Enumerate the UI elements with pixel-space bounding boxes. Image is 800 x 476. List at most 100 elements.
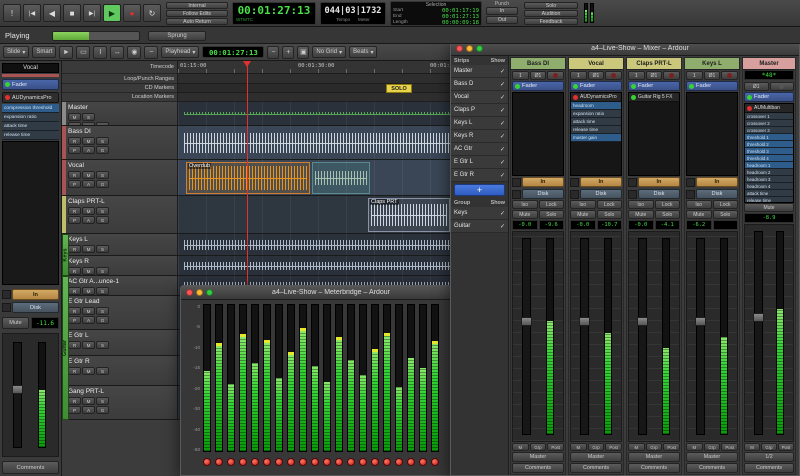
track-name[interactable]: E Gtr Lead: [68, 297, 175, 306]
track-name[interactable]: Claps PRT-L: [68, 197, 175, 206]
processor-box[interactable]: Guitar Rig 5 FX: [628, 92, 680, 176]
transport-mode-button[interactable]: Internal: [166, 2, 228, 9]
mute-button[interactable]: Mute: [570, 210, 596, 219]
group-button[interactable]: G: [96, 122, 109, 125]
track-header[interactable]: Master R M S P A G: [62, 102, 178, 125]
smart-mode-button[interactable]: Smart: [32, 46, 57, 58]
strip-name-button[interactable]: Master: [743, 58, 795, 70]
gain-display[interactable]: -0.0: [628, 220, 654, 230]
mute-button[interactable]: M: [68, 113, 81, 121]
group-button[interactable]: G: [96, 316, 109, 324]
plugin-control[interactable]: headroom 3: [745, 176, 793, 183]
plugin-control[interactable]: headroom 2: [745, 169, 793, 176]
visible-check-icon[interactable]: ✓: [500, 210, 505, 217]
input-connector-icon[interactable]: [570, 177, 579, 187]
mute-button[interactable]: Mute: [686, 210, 712, 219]
mute-button[interactable]: M: [82, 245, 95, 253]
fader-track[interactable]: [695, 238, 706, 435]
playlist-button[interactable]: P: [68, 406, 81, 414]
fader-track[interactable]: [521, 238, 532, 435]
record-arm-button[interactable]: [371, 458, 379, 466]
fader-processor[interactable]: Fader: [686, 81, 738, 91]
peak-display[interactable]: -9.6: [538, 220, 564, 230]
metering-button[interactable]: M: [570, 443, 587, 451]
mute-button[interactable]: M: [82, 367, 95, 375]
plugin-control[interactable]: compression threshold: [2, 104, 59, 113]
plugin-control[interactable]: crossover 2: [745, 120, 793, 127]
peak-display[interactable]: [712, 220, 738, 230]
plugin-control[interactable]: master gain: [571, 134, 621, 142]
record-arm-button[interactable]: [419, 458, 427, 466]
output-button[interactable]: Master: [686, 452, 738, 462]
grid-units-dropdown[interactable]: Beats ▾: [349, 46, 378, 58]
zoom-button[interactable]: −: [267, 45, 280, 59]
post-button[interactable]: Post: [663, 443, 681, 451]
shuttle-mode-button[interactable]: Sprung: [148, 31, 206, 41]
fader-handle[interactable]: [753, 312, 764, 322]
audio-region[interactable]: [312, 162, 370, 194]
group-list-item[interactable]: Guitar ✓: [451, 220, 508, 233]
transport-button[interactable]: ■: [63, 4, 81, 22]
ruler-label[interactable]: Timecode: [62, 61, 177, 74]
solo-button[interactable]: S: [96, 137, 109, 145]
zoom-button[interactable]: +: [282, 45, 295, 59]
strip-list-item[interactable]: Claps P ✓: [451, 104, 508, 117]
playhead-line[interactable]: [247, 61, 248, 285]
close-icon[interactable]: [456, 44, 463, 52]
strip-list-item[interactable]: Keys R ✓: [451, 130, 508, 143]
fader-processor[interactable]: Fader: [628, 81, 680, 91]
automation-button[interactable]: A: [82, 122, 95, 125]
metering-button[interactable]: M: [628, 443, 645, 451]
mute-button[interactable]: M: [82, 207, 95, 215]
gain-display[interactable]: -11.6: [31, 317, 59, 329]
meterbridge-titlebar[interactable]: a4–Live-Show – Meterbridge – Ardour: [181, 286, 451, 300]
fader-track[interactable]: [637, 238, 648, 435]
group-button[interactable]: Grp: [761, 443, 777, 451]
automation-button[interactable]: A: [82, 146, 95, 154]
group-list-item[interactable]: Keys ✓: [451, 207, 508, 220]
fader-handle[interactable]: [521, 317, 532, 326]
strip-name-button[interactable]: Keys L: [685, 58, 739, 70]
record-arm-button[interactable]: [383, 458, 391, 466]
playhead-marker[interactable]: [243, 61, 251, 67]
gain-display[interactable]: -0.0: [512, 220, 538, 230]
plugin-processor[interactable]: AUMultiban: [745, 104, 793, 113]
edit-mode-dropdown[interactable]: Slide ▾: [3, 46, 30, 58]
solo-button[interactable]: Solo: [596, 210, 622, 219]
monitor-disk-button[interactable]: Disk: [580, 189, 622, 199]
grid-mode-dropdown[interactable]: No Grid ▾: [312, 46, 347, 58]
plugin-control[interactable]: threshold 3: [745, 148, 793, 155]
solo-button[interactable]: Solo: [654, 210, 680, 219]
secondary-clock[interactable]: 044|03|1732 Tempo Meter: [320, 2, 386, 25]
record-arm-button[interactable]: R: [68, 367, 81, 375]
solo-button[interactable]: S: [96, 267, 109, 275]
ruler-label[interactable]: Location Markers: [62, 93, 177, 102]
monitor-button[interactable]: Feedback: [524, 18, 578, 25]
record-arm-button[interactable]: R: [68, 171, 81, 179]
visible-check-icon[interactable]: ✓: [500, 94, 505, 101]
post-button[interactable]: Post: [721, 443, 739, 451]
track-header[interactable]: E Gtr Lead R M S P A G: [62, 296, 178, 329]
solo-button[interactable]: S: [96, 207, 109, 215]
transport-button[interactable]: ▶: [103, 4, 121, 22]
output-button[interactable]: Master: [628, 452, 680, 462]
strip-list-item[interactable]: Master ✓: [451, 65, 508, 78]
solo-button[interactable]: S: [96, 397, 109, 405]
solo-button[interactable]: S: [96, 341, 109, 349]
record-arm-button[interactable]: [203, 458, 211, 466]
playlist-button[interactable]: P: [68, 216, 81, 224]
processor-box[interactable]: AUDynamicsPro headroom expansion ratio a…: [570, 92, 622, 176]
monitor-button[interactable]: Solo: [524, 2, 578, 9]
comments-button[interactable]: Comments: [512, 463, 564, 473]
record-arm-button[interactable]: [347, 458, 355, 466]
record-arm-button[interactable]: R: [68, 397, 81, 405]
automation-button[interactable]: A: [82, 406, 95, 414]
output-button[interactable]: 1/2: [744, 452, 794, 462]
playlist-button[interactable]: P: [68, 316, 81, 324]
mute-button[interactable]: Mute: [744, 203, 794, 212]
monitor-input-button[interactable]: In: [696, 177, 738, 187]
mute-button[interactable]: M: [82, 307, 95, 315]
transport-button[interactable]: ▶|: [83, 4, 101, 22]
editor-tool-button[interactable]: ↔: [110, 45, 125, 59]
strip-list-item[interactable]: Keys L ✓: [451, 117, 508, 130]
